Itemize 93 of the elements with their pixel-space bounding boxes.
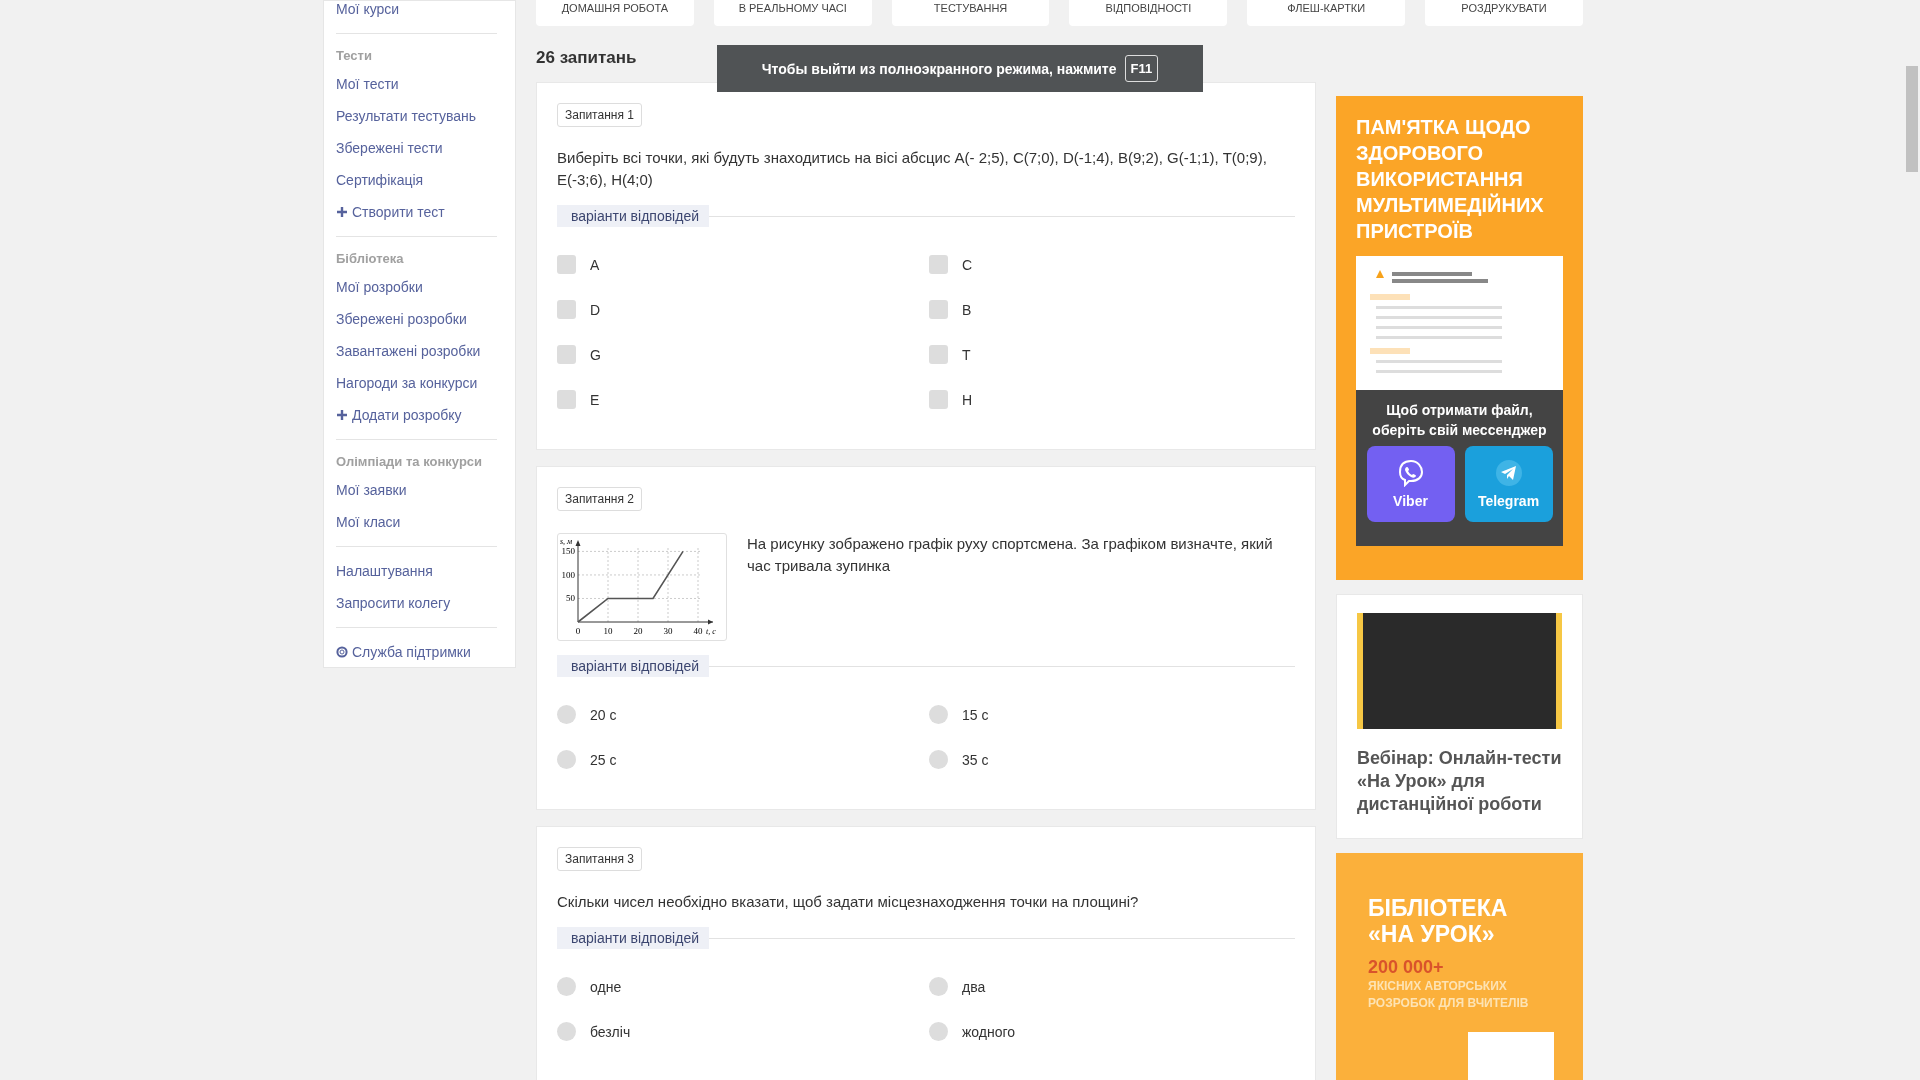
sidebar-link[interactable]: Завантажені розробки [336, 335, 497, 367]
radio-button[interactable] [557, 705, 576, 724]
banner-subtitle: ЯКІСНИХ АВТОРСЬКИХ РОЗРОБОК ДЛЯ ВЧИТЕЛІВ [1368, 978, 1530, 1012]
banner-title: БІБЛІОТЕКА «НА УРОК» [1368, 895, 1509, 947]
y-tick-label: 150 [561, 546, 575, 557]
question-number: Запитання 2 [557, 487, 642, 511]
checkbox[interactable] [929, 300, 948, 319]
sidebar-link[interactable]: Сертифікація [336, 164, 497, 196]
checkbox[interactable] [929, 390, 948, 409]
option-label: E [590, 391, 600, 408]
question-number: Запитання 3 [557, 847, 642, 871]
sidebar-link[interactable]: Збережені розробки [336, 303, 497, 335]
option-label: G [590, 346, 601, 363]
sidebar-link[interactable]: Мої заявки [336, 474, 497, 506]
sidebar-link[interactable]: Служба підтримки [336, 636, 497, 668]
option-label: C [962, 256, 973, 273]
sidebar-link[interactable]: Мої тести [336, 68, 497, 100]
checkbox[interactable] [557, 255, 576, 274]
radio-button[interactable] [557, 1022, 576, 1041]
question-count: 26 запитань [536, 48, 638, 68]
phone-bubble-icon [1396, 459, 1425, 487]
answers-label: варіанти відповідей [557, 927, 709, 949]
checkbox[interactable] [929, 345, 948, 364]
notice-text: Чтобы выйти из полноэкранного режима, нажмите [761, 60, 1117, 77]
option-label: B [962, 301, 972, 318]
checkbox[interactable] [557, 300, 576, 319]
sidebar-heading: Бібліотека [336, 250, 405, 268]
radio-button[interactable] [929, 1022, 948, 1041]
option-label: два [962, 978, 986, 995]
checkbox[interactable] [557, 345, 576, 364]
x-tick-label: 40 [693, 626, 703, 636]
mode-tab[interactable]: ФЛЕШ-КАРТКИ [1247, 0, 1406, 26]
lifebuoy-icon [336, 646, 348, 658]
y-axis-label: s, м [560, 537, 573, 546]
option-label: T [962, 346, 971, 363]
x-tick-label: 30 [663, 626, 673, 636]
question-text: На рисунку зображено графік руху спортсмена. За графіком визначте, який час тривала зупинка [747, 534, 1274, 576]
option-label: D [590, 301, 601, 318]
question-text: Виберіть всі точки, які будуть знаходитись на вісі абсцис A(- 2;5), C(7;0), D(-1;4), B(9;2), G(-1;1), T(0;9), E(-3;6), H(4;0) [557, 148, 1268, 190]
answers-label: варіанти відповідей [557, 655, 709, 677]
x-tick-label: 20 [633, 626, 643, 636]
mode-tab[interactable]: ДОМАШНЯ РОБОТА [536, 0, 694, 26]
mode-tab[interactable]: РОЗДРУКУВАТИ [1425, 0, 1583, 26]
sidebar-heading: Олімпіади та конкурси [336, 453, 484, 471]
messenger-button[interactable]: Viber [1366, 446, 1455, 522]
x-tick-label: 0 [575, 626, 581, 636]
banner-figure: 200 000+ [1368, 957, 1445, 978]
sidebar-link[interactable]: Результати тестувань [336, 100, 497, 132]
sidebar-link[interactable]: Запросити колегу [336, 587, 497, 619]
option-label: A [590, 256, 600, 273]
mode-tab[interactable]: В РЕАЛЬНОМУ ЧАСІ [713, 0, 872, 26]
checkbox[interactable] [557, 390, 576, 409]
sidebar-heading: Тести [336, 47, 373, 65]
paper-plane-icon [1494, 459, 1523, 487]
key-hint: F11 [1124, 55, 1159, 82]
y-tick-label: 50 [566, 593, 575, 604]
webinar-card[interactable]: Вебінар: Онлайн-тести «На Урок» для дистанційної роботи [1336, 594, 1583, 839]
option-label: жодного [962, 1023, 1016, 1040]
y-tick-label: 100 [561, 569, 575, 580]
memo-banner[interactable]: ПАМ'ЯТКА ЩОДО ЗДОРОВОГО ВИКОРИСТАННЯ МУЛЬТИМЕДІЙНИХ ПРИСТРОЇВ Щоб отримати файл, оберіть свій мессенджер Viber Telegram [1336, 96, 1583, 580]
option-label: 35 с [962, 751, 989, 768]
sidebar-link[interactable]: Налаштування [336, 555, 497, 587]
option-label: 20 с [590, 706, 617, 723]
sidebar-link[interactable]: Мої класи [336, 506, 497, 538]
plus-icon [336, 409, 348, 421]
plus-icon [336, 206, 348, 218]
option-label: H [962, 391, 973, 408]
sidebar-link[interactable]: Мої розробки [336, 271, 497, 303]
radio-button[interactable] [929, 750, 948, 769]
sidebar-link[interactable]: Створити тест [336, 196, 497, 228]
sidebar-link[interactable]: Мої курси [336, 1, 497, 25]
sidebar-link[interactable]: Збережені тести [336, 132, 497, 164]
radio-button[interactable] [929, 705, 948, 724]
radio-button[interactable] [929, 977, 948, 996]
option-label: безліч [590, 1023, 631, 1040]
radio-button[interactable] [557, 750, 576, 769]
sidebar-link[interactable]: Додати розробку [336, 399, 497, 431]
option-label: 25 с [590, 751, 617, 768]
question-number: Запитання 1 [557, 103, 642, 127]
option-label: 15 с [962, 706, 989, 723]
question-text: Скільки чисел необхідно вказати, щоб задати місцезнаходження точки на площині? [557, 892, 1140, 912]
webinar-title: Вебінар: Онлайн-тести «На Урок» для дистанційної роботи [1357, 747, 1562, 816]
messenger-prompt: Щоб отримати файл, оберіть свій мессенджер [1371, 401, 1548, 440]
mode-tab[interactable]: ВІДПОВІДНОСТІ [1069, 0, 1228, 26]
x-axis-label: t, c [706, 627, 716, 636]
sidebar-link[interactable]: Нагороди за конкурси [336, 367, 497, 399]
answers-label: варіанти відповідей [557, 205, 709, 227]
radio-button[interactable] [557, 977, 576, 996]
banner-title: ПАМ'ЯТКА ЩОДО ЗДОРОВОГО ВИКОРИСТАННЯ МУЛЬТИМЕДІЙНИХ ПРИСТРОЇВ [1356, 115, 1545, 244]
option-label: одне [590, 978, 622, 995]
x-tick-label: 10 [603, 626, 613, 636]
checkbox[interactable] [929, 255, 948, 274]
mode-tab[interactable]: ТЕСТУВАННЯ [891, 0, 1050, 26]
